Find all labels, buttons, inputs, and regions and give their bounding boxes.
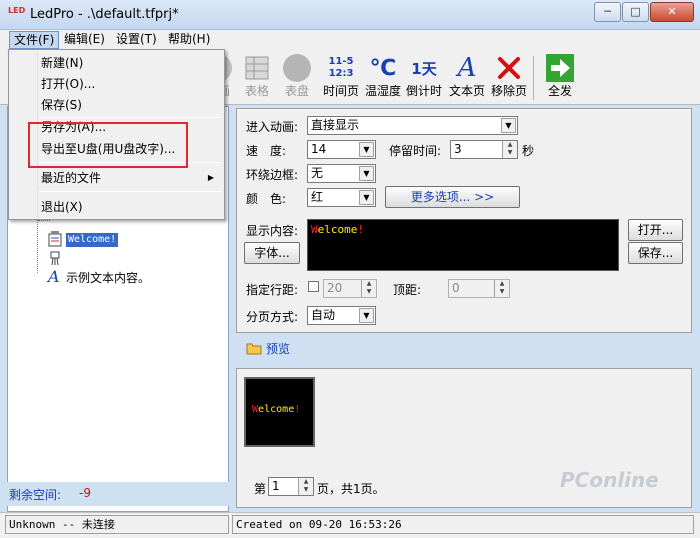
- page-total-label: 页，共1页。: [317, 482, 385, 496]
- paging-label: 分页方式:: [246, 310, 299, 324]
- highlight-annotation: [28, 122, 188, 168]
- title-bar: LED LedPro - .\default.tfprj* ─ □ ✕: [0, 0, 700, 30]
- page-properties-panel: 进入动画: 直接显示 ▼ 速 度: 14 ▼ 停留时间: 3 ▲ ▼ 秒 环绕边框: 无…: [236, 108, 692, 333]
- preview-button[interactable]: 预览: [266, 340, 290, 357]
- toolbar-temperature-button[interactable]: ℃ 温湿度: [360, 52, 406, 102]
- enter-animation-select[interactable]: 直接显示 ▼: [307, 116, 518, 135]
- page-number-stepper[interactable]: 1 ▲ ▼: [268, 477, 314, 496]
- font-button[interactable]: 字体...: [244, 242, 300, 264]
- chevron-down-icon: ▼: [359, 142, 374, 157]
- save-file-button[interactable]: 保存...: [628, 242, 683, 264]
- created-status: Created on 09-20 16:53:26: [232, 515, 694, 534]
- submenu-arrow-icon: ▶: [207, 173, 214, 182]
- close-button[interactable]: ✕: [650, 2, 694, 22]
- text-page-icon: A: [48, 267, 60, 286]
- tree-connector: [37, 217, 38, 273]
- speed-label: 速 度:: [246, 144, 287, 158]
- send-arrow-icon: [546, 54, 574, 82]
- toolbar-clock-button[interactable]: 表盘: [274, 52, 320, 102]
- spin-arrows-icon[interactable]: ▲ ▼: [502, 141, 517, 158]
- color-label: 颜 色:: [246, 192, 287, 206]
- menu-item-open[interactable]: 打开(O)...: [11, 73, 222, 95]
- watermark-logo: PConline: [560, 468, 659, 492]
- menu-item-exit[interactable]: 退出(X): [11, 196, 222, 218]
- folder-icon: [246, 341, 262, 355]
- enter-animation-label: 进入动画:: [246, 120, 299, 134]
- chevron-down-icon: ▼: [359, 166, 374, 181]
- content-editor[interactable]: Welcome!: [307, 219, 619, 271]
- tree-item-welcome[interactable]: Welcome!: [66, 233, 119, 247]
- time-icon: 11-5 12:3: [328, 56, 354, 79]
- menu-item-save[interactable]: 保存(S): [11, 94, 222, 116]
- table-icon: [245, 56, 269, 80]
- toolbar-send-all-button[interactable]: 全发: [537, 52, 583, 102]
- line-spacing-checkbox[interactable]: [308, 281, 319, 292]
- toolbar-countdown-button[interactable]: 1天 倒计时: [401, 52, 447, 102]
- preview-led-text: Welcome!: [252, 404, 301, 415]
- chevron-down-icon: ▼: [359, 308, 374, 323]
- toolbar-text-button[interactable]: A 文本页: [444, 52, 490, 102]
- line-spacing-label: 指定行距:: [246, 283, 299, 297]
- menu-help[interactable]: 帮助(H): [164, 31, 214, 49]
- free-space-label: 剩余空间:: [9, 488, 62, 502]
- temperature-icon: ℃: [369, 55, 397, 81]
- menu-item-new[interactable]: 新建(N): [11, 52, 222, 74]
- chevron-down-icon: ▼: [501, 118, 516, 133]
- led-preview-screen: Welcome!: [244, 377, 315, 447]
- line-spacing-stepper[interactable]: 20 ▲ ▼: [323, 279, 377, 298]
- toolbar-separator: [533, 56, 534, 100]
- border-select[interactable]: 无 ▼: [307, 164, 376, 183]
- open-file-button[interactable]: 打开...: [628, 219, 683, 241]
- menu-item-recent-files[interactable]: 最近的文件 ▶: [11, 167, 222, 189]
- menu-edit[interactable]: 编辑(E): [60, 31, 109, 49]
- paging-select[interactable]: 自动 ▼: [307, 306, 376, 325]
- tree-item-sample-text[interactable]: 示例文本内容。: [66, 269, 150, 286]
- status-bar: Unknown -- 未连接 Created on 09-20 16:53:26: [0, 512, 700, 538]
- content-text: Welcome!: [311, 223, 364, 236]
- preview-toolbar: 预览: [236, 333, 692, 363]
- border-label: 环绕边框:: [246, 168, 299, 182]
- connection-status: Unknown -- 未连接: [5, 515, 229, 534]
- maximize-button[interactable]: □: [622, 2, 649, 22]
- top-margin-label: 顶距:: [393, 283, 422, 297]
- spin-arrows-icon: ▲ ▼: [494, 280, 509, 297]
- remove-icon: [498, 57, 520, 79]
- countdown-icon: 1天: [411, 59, 437, 78]
- text-icon: A: [457, 53, 477, 83]
- toolbar-time-button[interactable]: 11-5 12:3 时间页: [318, 52, 364, 102]
- menu-separator: [39, 191, 221, 192]
- stay-time-label: 停留时间:: [389, 144, 442, 158]
- chevron-down-icon: ▼: [359, 190, 374, 205]
- window-title: LedPro - .\default.tfprj*: [30, 7, 179, 22]
- display-content-label: 显示内容:: [246, 224, 299, 238]
- spin-arrows-icon[interactable]: ▲ ▼: [298, 478, 313, 495]
- app-icon: LED: [8, 6, 26, 15]
- color-select[interactable]: 红 ▼: [307, 188, 376, 207]
- page-prefix-label: 第: [254, 482, 267, 496]
- page-icon: [48, 231, 64, 247]
- menu-file[interactable]: 文件(F): [9, 31, 60, 49]
- stay-time-stepper[interactable]: 3 ▲ ▼: [450, 140, 518, 159]
- menu-bar: 文件(F) 编辑(E) 设置(T) 帮助(H): [0, 30, 700, 50]
- free-space-value: -9: [79, 486, 91, 500]
- speed-select[interactable]: 14 ▼: [307, 140, 376, 159]
- clock-icon: [283, 54, 311, 82]
- tree-connector: [38, 220, 50, 221]
- top-margin-stepper[interactable]: 0 ▲ ▼: [448, 279, 510, 298]
- toolbar-remove-button[interactable]: 移除页: [486, 52, 532, 102]
- brush-icon: [48, 250, 64, 266]
- spin-arrows-icon: ▲ ▼: [361, 280, 376, 297]
- free-space-row: 剩余空间: -9: [7, 482, 229, 506]
- minimize-button[interactable]: ─: [594, 2, 621, 22]
- more-options-button[interactable]: 更多选项... >>: [385, 186, 520, 208]
- stay-time-unit: 秒: [522, 144, 535, 158]
- menu-settings[interactable]: 设置(T): [112, 31, 161, 49]
